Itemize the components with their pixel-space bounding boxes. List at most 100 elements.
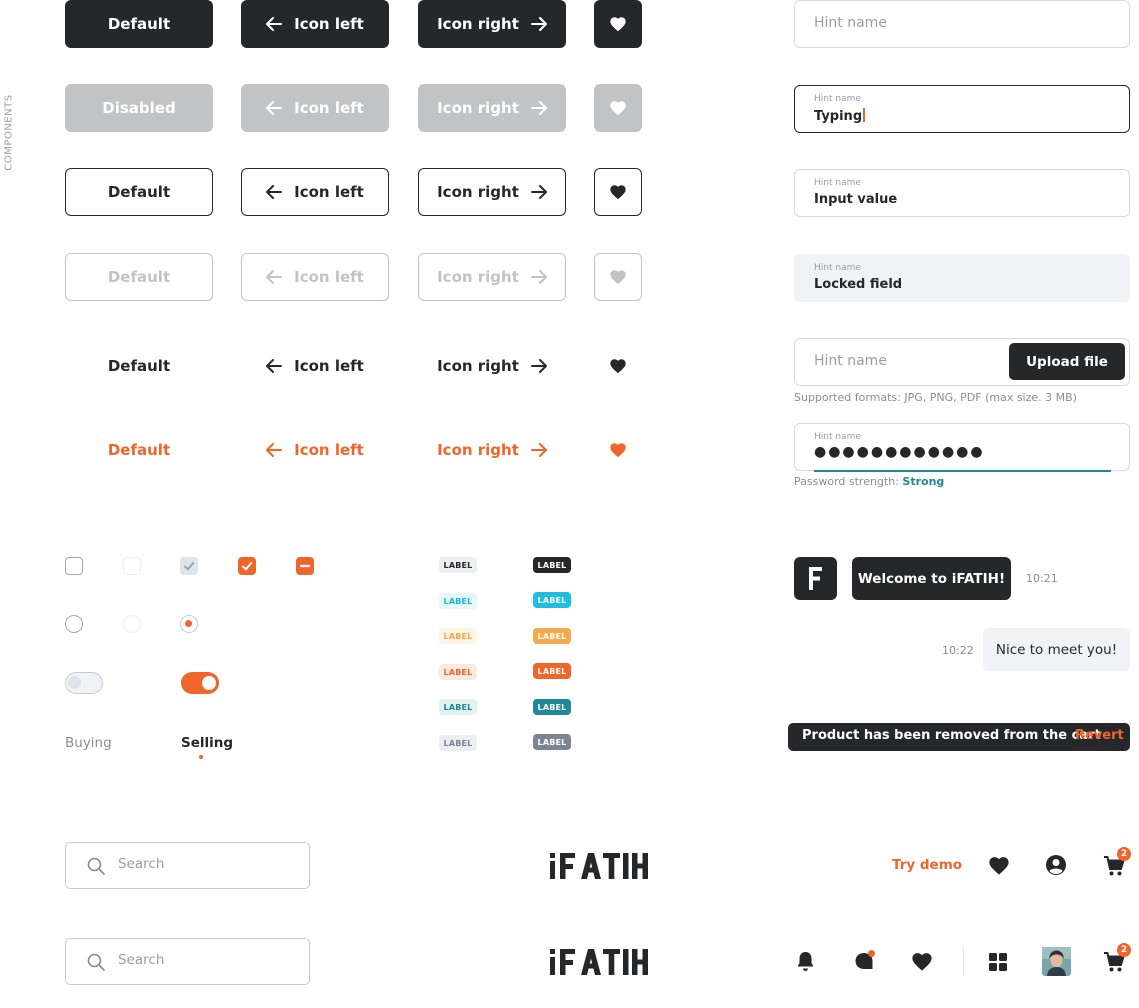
toggle-on[interactable]: [181, 672, 219, 694]
arrow-right-icon: [530, 101, 547, 115]
input-placeholder: Hint name: [814, 353, 887, 369]
cart-count-badge: 2: [1117, 847, 1131, 861]
arrow-left-icon: [266, 443, 283, 457]
label-cyan-dark: LABEL: [533, 592, 571, 608]
upload-file-button[interactable]: Upload file: [1009, 343, 1125, 380]
checkbox-checked-disabled[interactable]: [180, 557, 198, 575]
solid-disabled-icon-right-button[interactable]: Icon right: [418, 84, 566, 132]
outline-disabled-heart-button[interactable]: [594, 253, 642, 301]
try-demo-link[interactable]: Try demo: [892, 857, 962, 873]
button-label: Icon left: [294, 15, 364, 33]
button-label: Icon right: [437, 99, 519, 117]
text-input-typing[interactable]: Hint name Typing: [794, 85, 1130, 133]
arrow-left-icon: [266, 185, 283, 199]
text-caret: [863, 108, 866, 122]
tab-buying[interactable]: Buying: [65, 735, 112, 751]
outline-disabled-icon-left-button[interactable]: Icon left: [241, 253, 389, 301]
outline-default-button[interactable]: Default: [65, 168, 213, 216]
checkbox-unchecked[interactable]: [65, 557, 83, 575]
heart-icon: [610, 185, 626, 200]
outline-disabled-icon-right-button[interactable]: Icon right: [418, 253, 566, 301]
button-label: Default: [107, 268, 171, 286]
accent-icon-left-button[interactable]: Icon left: [241, 426, 389, 474]
ghost-icon-right-button[interactable]: Icon right: [418, 342, 566, 390]
input-value: Input value: [814, 192, 898, 207]
notification-bell-icon[interactable]: [795, 950, 816, 973]
arrow-left-icon: [266, 270, 283, 284]
ghost-icon-left-button[interactable]: Icon left: [241, 342, 389, 390]
solid-icon-left-button[interactable]: Icon left: [241, 0, 389, 48]
heart-icon: [610, 101, 626, 116]
search-bar[interactable]: Search: [65, 842, 310, 889]
checkbox-disabled[interactable]: [123, 557, 141, 575]
search-placeholder: Search: [118, 856, 165, 872]
label-slate-dark: LABEL: [533, 734, 571, 750]
user-avatar-photo[interactable]: [1042, 947, 1071, 976]
chat-bubble-icon[interactable]: [853, 949, 877, 973]
password-strength-value: Strong: [902, 475, 945, 488]
solid-icon-right-button[interactable]: Icon right: [418, 0, 566, 48]
label-amber-light: LABEL: [439, 628, 477, 644]
label-orange-dark: LABEL: [533, 663, 571, 679]
apps-grid-icon[interactable]: [988, 952, 1008, 972]
button-label: Icon right: [437, 357, 519, 375]
components-label-text: COMPONENTS: [3, 93, 15, 171]
arrow-left-icon: [266, 359, 283, 373]
label-neutral-light: LABEL: [439, 557, 477, 573]
tab-active-indicator: [199, 755, 203, 759]
text-input-empty[interactable]: Hint name: [794, 0, 1130, 48]
outline-heart-button[interactable]: [594, 168, 642, 216]
text-input-filled[interactable]: Hint name Input value: [794, 169, 1130, 217]
chat-outgoing-time: 10:22: [942, 644, 974, 657]
accent-heart-button[interactable]: [594, 426, 642, 474]
snackbar-revert-button[interactable]: Revert: [1075, 728, 1124, 743]
button-label: Icon left: [294, 183, 364, 201]
radio-selected[interactable]: [180, 615, 198, 633]
outline-disabled-button[interactable]: Default: [65, 253, 213, 301]
password-field[interactable]: Hint name ●●●●●●●●●●●●: [794, 423, 1130, 472]
heart-icon: [610, 270, 626, 285]
solid-heart-button[interactable]: [594, 0, 642, 48]
radio-disabled[interactable]: [123, 615, 141, 633]
search-bar[interactable]: Search: [65, 938, 310, 985]
button-label: Icon right: [437, 183, 519, 201]
toggle-off[interactable]: [65, 672, 103, 694]
favorites-heart-icon[interactable]: [911, 951, 933, 972]
ghost-heart-button[interactable]: [594, 342, 642, 390]
radio-unselected[interactable]: [65, 615, 83, 633]
radio-dot: [185, 620, 192, 627]
ghost-default-button[interactable]: Default: [65, 342, 213, 390]
checkbox-indeterminate[interactable]: [296, 557, 314, 575]
arrow-right-icon: [530, 443, 547, 457]
label-amber-dark: LABEL: [533, 628, 571, 644]
solid-disabled-heart-button[interactable]: [594, 84, 642, 132]
button-label: Icon left: [294, 99, 364, 117]
input-value: Typing: [814, 108, 866, 124]
arrow-left-icon: [266, 101, 283, 115]
outline-icon-left-button[interactable]: Icon left: [241, 168, 389, 216]
file-upload-field[interactable]: Hint name Upload file: [794, 338, 1130, 386]
solid-disabled-button[interactable]: Disabled: [65, 84, 213, 132]
search-placeholder: Search: [118, 952, 165, 968]
label-neutral-dark: LABEL: [533, 557, 571, 573]
accent-default-button[interactable]: Default: [65, 426, 213, 474]
favorites-heart-icon[interactable]: [988, 855, 1010, 876]
button-label: Icon left: [294, 268, 364, 286]
button-label: Disabled: [102, 99, 176, 117]
checkbox-checked[interactable]: [238, 557, 256, 575]
account-user-icon[interactable]: [1045, 854, 1067, 876]
brand-f-icon: [809, 567, 822, 590]
button-label: Default: [107, 441, 171, 459]
solid-disabled-icon-left-button[interactable]: Icon left: [241, 84, 389, 132]
snackbar: Product has been removed from the cart R…: [788, 723, 1130, 751]
tab-selling[interactable]: Selling: [181, 735, 233, 751]
accent-icon-right-button[interactable]: Icon right: [418, 426, 566, 474]
toggle-knob: [202, 676, 216, 690]
chat-incoming-time: 10:21: [1026, 572, 1058, 585]
outline-icon-right-button[interactable]: Icon right: [418, 168, 566, 216]
heart-icon: [610, 17, 626, 32]
check-icon: [242, 562, 253, 571]
solid-default-button[interactable]: Default: [65, 0, 213, 48]
search-icon: [87, 953, 105, 971]
arrow-right-icon: [530, 185, 547, 199]
